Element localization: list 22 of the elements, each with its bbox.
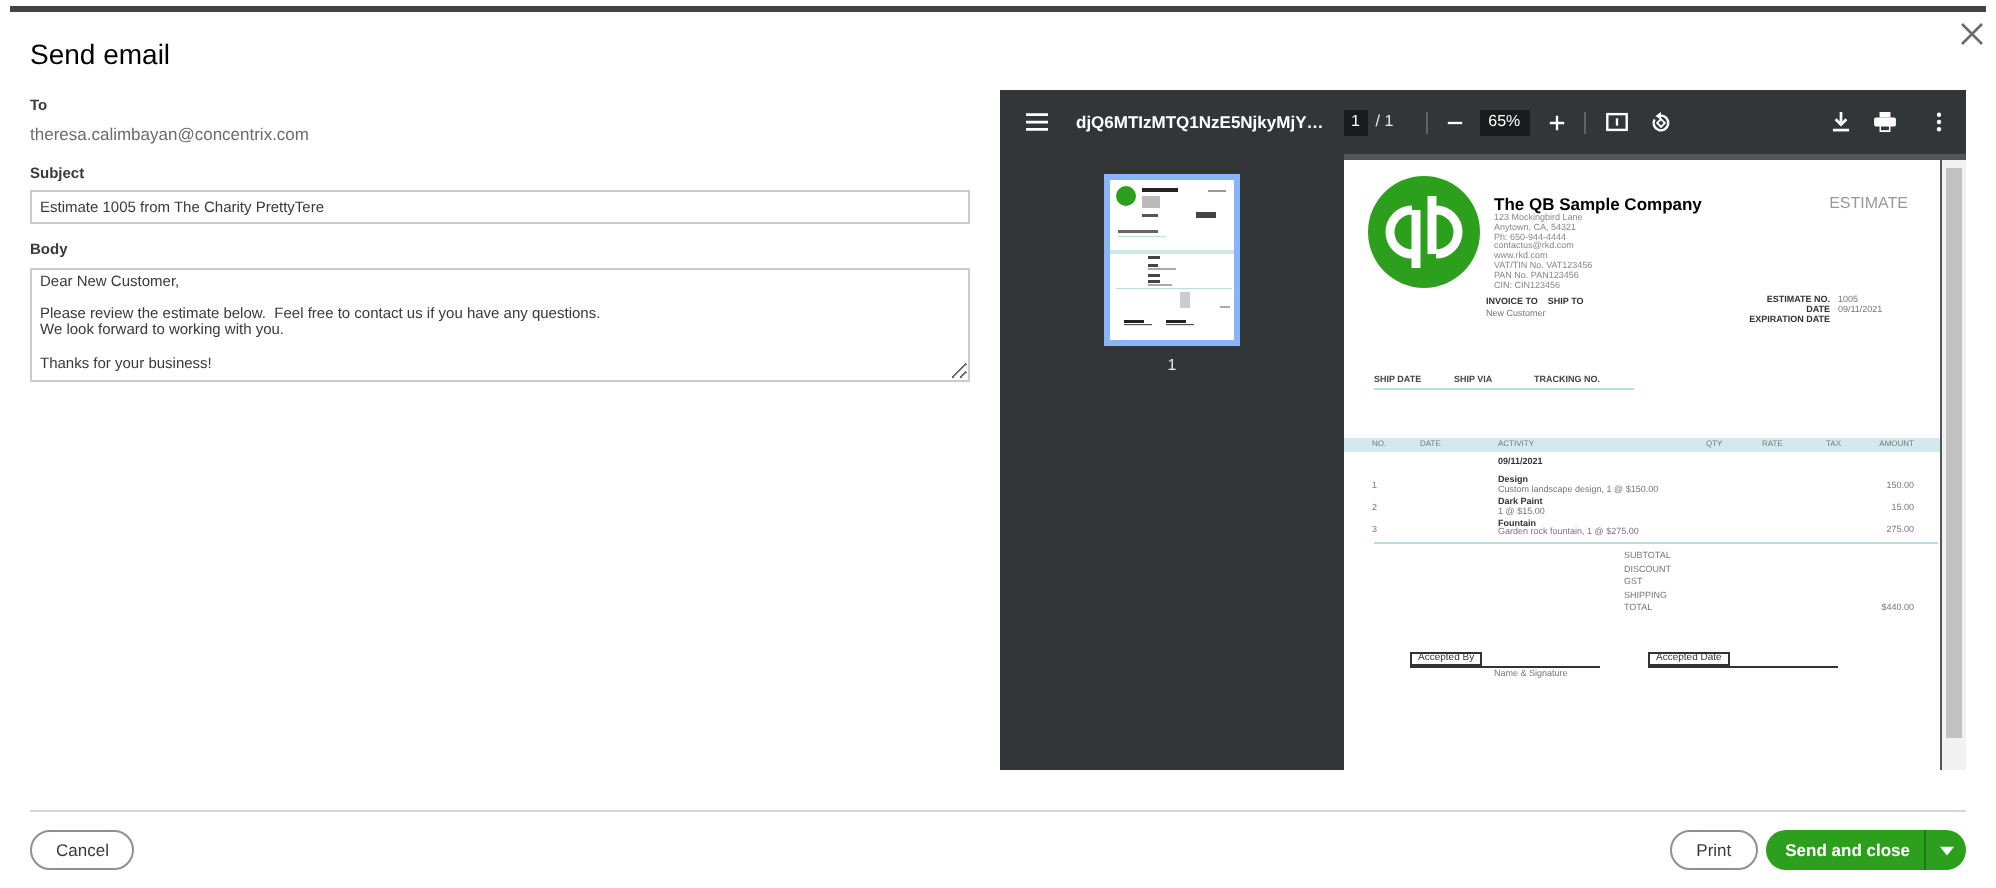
- zoom-field[interactable]: 65%: [1479, 109, 1530, 135]
- fit-page-icon[interactable]: [1605, 112, 1628, 132]
- document-title: ESTIMATE: [1829, 192, 1908, 216]
- page-count: / 1: [1375, 110, 1394, 134]
- company-name: The QB Sample Company: [1494, 194, 1702, 214]
- print-icon[interactable]: [1874, 112, 1896, 132]
- download-icon[interactable]: [1832, 112, 1850, 132]
- recipient-email: theresa.calimbayan@concentrix.com: [30, 122, 309, 148]
- page-number-field[interactable]: 1: [1343, 109, 1368, 135]
- page-label: 1: [1167, 354, 1177, 378]
- rotate-icon[interactable]: [1649, 111, 1672, 133]
- more-icon[interactable]: [1936, 112, 1942, 132]
- caret-icon[interactable]: [1940, 845, 1954, 855]
- close-icon[interactable]: [1958, 20, 1986, 48]
- page-thumbnail[interactable]: [1104, 174, 1240, 346]
- zoom-in-icon[interactable]: [1547, 113, 1566, 131]
- file-name: djQ6MTIzMTQ1NzE5NjkyMjY…: [1076, 109, 1324, 135]
- footer-button[interactable]: Print: [1670, 830, 1758, 870]
- company-logo: [1368, 176, 1480, 288]
- menu-icon[interactable]: [1026, 112, 1048, 132]
- dialog-title: Send email: [30, 36, 171, 72]
- footer-button[interactable]: Cancel: [30, 830, 135, 870]
